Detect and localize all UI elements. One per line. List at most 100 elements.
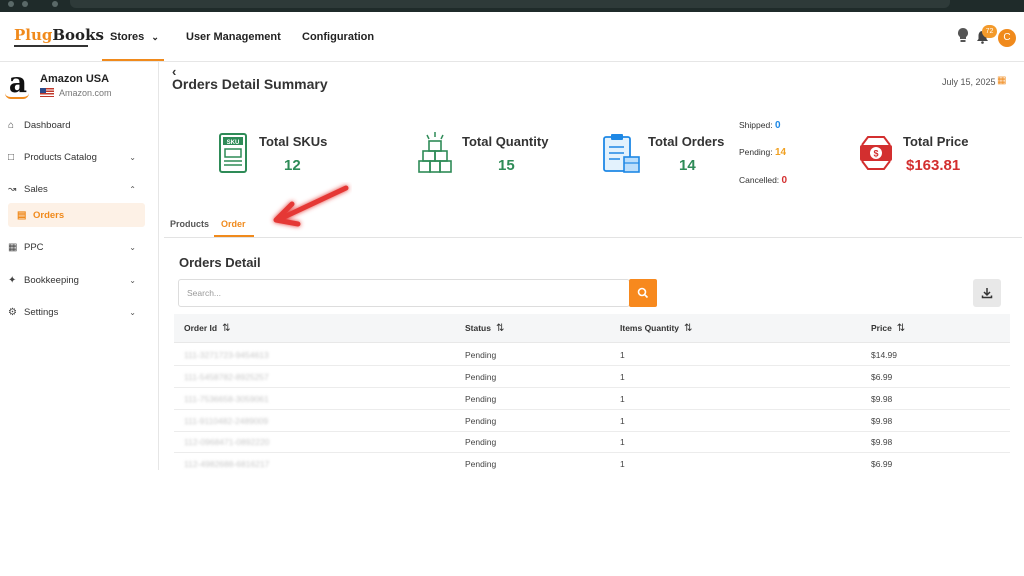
chevron-down-icon: ⌄ — [129, 242, 136, 252]
cancelled-label: Cancelled: — [739, 175, 780, 185]
tab-divider — [164, 237, 1022, 238]
total-price-label: Total Price — [903, 134, 969, 149]
column-label: Price — [871, 323, 892, 333]
plugbooks-logo[interactable]: PlugBooks — [14, 26, 104, 44]
money-icon: $ — [858, 133, 894, 178]
column-header-status[interactable]: Status ⇅ — [465, 323, 504, 334]
table-header: Order Id ⇅ Status ⇅ Items Quantity ⇅ Price ⇅ — [174, 314, 1010, 343]
order-id-cell[interactable]: 111-5458782-8925257 — [184, 372, 269, 382]
download-icon — [981, 288, 993, 299]
column-header-order-id[interactable]: Order Id ⇅ — [184, 323, 230, 334]
chart-icon: ↝ — [8, 183, 17, 195]
total-orders-value: 14 — [679, 157, 696, 174]
sidebar-item-sales[interactable]: ↝ Sales ⌃ — [8, 177, 146, 201]
price-cell: $9.98 — [871, 416, 893, 426]
order-id-cell[interactable]: 112-0968471-0892220 — [184, 437, 269, 447]
table-row[interactable]: 111-7536658-3059061 Pending 1 $9.98 — [174, 388, 1010, 410]
sidebar: a Amazon USA Amazon.com ⌂ Dashboard □ Pr… — [0, 62, 159, 470]
order-id-cell[interactable]: 112-4982688-6816217 — [184, 459, 269, 469]
total-quantity-value: 15 — [498, 157, 515, 174]
sort-icon[interactable]: ⇅ — [897, 323, 905, 334]
sort-icon[interactable]: ⇅ — [684, 323, 692, 334]
cancelled-count: 0 — [781, 175, 788, 186]
reload-icon[interactable] — [52, 1, 58, 7]
table-row[interactable]: 111-3271723-9454613 Pending 1 $14.99 — [174, 344, 1010, 366]
user-avatar[interactable]: C — [998, 29, 1016, 47]
order-id-cell[interactable]: 111-3271723-9454613 — [184, 350, 269, 360]
search-icon — [637, 287, 649, 299]
clipboard-orders-icon — [602, 133, 642, 180]
tab-products[interactable]: Products — [170, 219, 209, 229]
nav-stores[interactable]: Stores ⌄ — [110, 31, 159, 43]
svg-text:SKU: SKU — [227, 140, 240, 146]
gear-icon: ⚙ — [8, 306, 17, 318]
total-price-value: $163.81 — [906, 157, 961, 174]
table-row[interactable]: 111-5458782-8925257 Pending 1 $6.99 — [174, 366, 1010, 388]
calendar-icon[interactable]: ▦ — [997, 75, 1006, 86]
sidebar-item-label: Sales — [24, 183, 48, 195]
column-header-items-quantity[interactable]: Items Quantity ⇅ — [620, 323, 692, 334]
back-icon[interactable] — [8, 1, 14, 7]
table-row[interactable]: 112-4982688-6816217 Pending 1 $6.99 — [174, 453, 1010, 475]
status-cell: Pending — [465, 350, 497, 360]
quantity-cell: 1 — [620, 350, 625, 360]
pending-label: Pending: — [739, 147, 773, 157]
sidebar-item-label: Bookkeeping — [24, 274, 79, 286]
tab-order[interactable]: Order — [221, 219, 246, 229]
boxes-icon — [418, 132, 452, 179]
home-icon: ⌂ — [8, 119, 15, 131]
document-icon: ▤ — [17, 209, 27, 221]
date-label[interactable]: July 15, 2025 — [942, 77, 996, 87]
sku-tag-icon: SKU — [218, 132, 248, 179]
sort-icon[interactable]: ⇅ — [222, 323, 230, 334]
price-cell: $6.99 — [871, 459, 893, 469]
logo-text-books: Books — [52, 26, 104, 44]
lightbulb-icon[interactable] — [957, 28, 969, 46]
column-header-price[interactable]: Price ⇅ — [871, 323, 905, 334]
status-cell: Pending — [465, 416, 497, 426]
forward-icon[interactable] — [22, 1, 28, 7]
price-cell: $6.99 — [871, 372, 893, 382]
shipped-label: Shipped: — [739, 120, 773, 130]
status-cell: Pending — [465, 372, 497, 382]
search-button[interactable] — [629, 279, 657, 307]
nav-stores-label: Stores — [110, 31, 145, 43]
browser-bar — [0, 0, 1024, 12]
sidebar-item-bookkeeping[interactable]: ✦ Bookkeeping ⌄ — [8, 268, 146, 292]
total-orders-label: Total Orders — [648, 134, 725, 149]
sidebar-item-settings[interactable]: ⚙ Settings ⌄ — [8, 300, 146, 324]
total-skus-value: 12 — [284, 157, 301, 174]
download-button[interactable] — [973, 279, 1001, 307]
sidebar-item-products-catalog[interactable]: □ Products Catalog ⌄ — [8, 145, 146, 169]
quantity-cell: 1 — [620, 416, 625, 426]
quantity-cell: 1 — [620, 437, 625, 447]
pending-count: 14 — [774, 147, 787, 158]
order-id-cell[interactable]: 111-7536658-3059061 — [184, 394, 269, 404]
column-label: Items Quantity — [620, 323, 680, 333]
chevron-up-icon: ⌃ — [129, 184, 136, 194]
sort-icon[interactable]: ⇅ — [496, 323, 504, 334]
order-id-cell[interactable]: 111-9110482-2489009 — [184, 416, 268, 426]
sidebar-item-ppc[interactable]: ▦ PPC ⌄ — [8, 235, 146, 259]
search-input[interactable]: Search... — [178, 279, 630, 307]
store-name[interactable]: Amazon USA — [40, 73, 109, 85]
table-row[interactable]: 111-9110482-2489009 Pending 1 $9.98 — [174, 410, 1010, 432]
chevron-down-icon: ⌄ — [151, 32, 159, 42]
quantity-cell: 1 — [620, 394, 625, 404]
price-cell: $9.98 — [871, 437, 893, 447]
sidebar-item-dashboard[interactable]: ⌂ Dashboard — [8, 113, 146, 137]
chevron-down-icon: ⌄ — [129, 152, 136, 162]
annotation-arrow-icon — [266, 182, 352, 237]
box-icon: □ — [8, 151, 15, 163]
address-bar[interactable] — [70, 0, 950, 8]
sidebar-item-orders[interactable]: ▤ Orders — [8, 203, 145, 227]
nav-user-management[interactable]: User Management — [186, 31, 281, 43]
nav-configuration[interactable]: Configuration — [302, 31, 374, 43]
svg-text:$: $ — [873, 149, 878, 159]
card-icon: ▦ — [8, 241, 18, 253]
orders-detail-title: Orders Detail — [179, 255, 261, 270]
status-cell: Pending — [465, 459, 497, 469]
sidebar-item-label: PPC — [24, 241, 44, 253]
puzzle-icon: ✦ — [8, 274, 17, 286]
table-row[interactable]: 112-0968471-0892220 Pending 1 $9.98 — [174, 431, 1010, 453]
